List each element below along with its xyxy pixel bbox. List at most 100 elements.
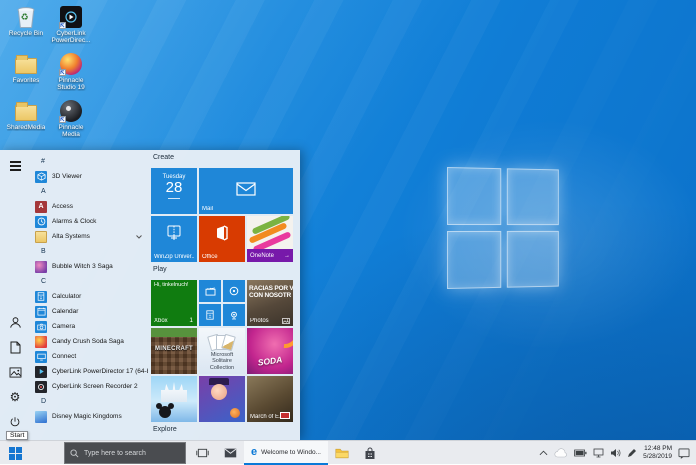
network-tray-button[interactable]: [593, 448, 604, 458]
app-list-item-screen-recorder[interactable]: CyberLink Screen Recorder 2: [32, 379, 148, 394]
onedrive-tray-button[interactable]: [554, 448, 568, 458]
power-button[interactable]: [4, 411, 26, 433]
taskbar: Type here to search e Welcome to Windo..…: [0, 440, 696, 464]
tile-minecraft[interactable]: MINECRAFT: [151, 328, 197, 374]
onenote-label-bar: OneNote →: [247, 249, 293, 262]
tile-mail[interactable]: Mail: [199, 168, 293, 214]
settings-button[interactable]: ⚙: [4, 386, 26, 408]
task-view-icon: [196, 447, 209, 459]
user-account-button[interactable]: [4, 311, 26, 333]
tile-xbox[interactable]: Hi, tinkelnuch! Xbox 1: [151, 280, 197, 326]
file-explorer-button[interactable]: [328, 441, 356, 465]
desktop-icon-sharedmedia[interactable]: SharedMedia: [4, 97, 48, 144]
tile-march-of-empires[interactable]: March of E...: [247, 376, 293, 422]
file-explorer-icon: [335, 448, 349, 459]
mail-taskbar-button[interactable]: [216, 441, 244, 465]
hamburger-menu-button[interactable]: [4, 155, 26, 177]
start-menu-tiles: Create Tuesday 28 Mail WinZip Univer... …: [148, 150, 300, 440]
calendar-icon: [35, 306, 47, 318]
tile-label: OneNote: [250, 253, 274, 259]
screen-recorder-icon: [35, 381, 47, 393]
app-list-item-calculator[interactable]: Calculator: [32, 289, 148, 304]
app-list-header[interactable]: A: [32, 184, 148, 199]
logo-pane: [447, 231, 501, 289]
app-list-item-candy-crush[interactable]: Candy Crush Soda Saga: [32, 334, 148, 349]
app-label: CyberLink PowerDirector 17 (64-bit): [52, 368, 148, 375]
tile-label: Xbox: [154, 318, 194, 324]
volume-tray-button[interactable]: [610, 448, 621, 458]
tile-calculator-small[interactable]: [199, 304, 221, 326]
desktop-icon-pinnacle-studio[interactable]: Pinnacle Studio 19: [49, 50, 93, 97]
desktop-icon-pinnacle-media[interactable]: Pinnacle Media: [49, 97, 93, 144]
tile-solitaire[interactable]: Microsoft Solitaire Collection: [199, 328, 245, 374]
app-label: Calendar: [52, 308, 148, 315]
battery-tray-button[interactable]: [574, 449, 587, 457]
shortcut-arrow-icon: [59, 22, 66, 29]
tile-group-title-explore: Explore: [153, 426, 296, 438]
app-label: Connect: [52, 353, 148, 360]
edge-icon: e: [251, 447, 257, 458]
app-list-item-calendar[interactable]: Calendar: [32, 304, 148, 319]
witch-face-art: [211, 384, 227, 400]
taskbar-items: e Welcome to Windo...: [188, 441, 384, 465]
tray-chevron-up-button[interactable]: [539, 450, 548, 456]
taskbar-search-input[interactable]: Type here to search: [64, 442, 186, 464]
app-list-header[interactable]: C: [32, 274, 148, 289]
desktop-icon-favorites[interactable]: Favorites: [4, 50, 48, 97]
app-list-item-connect[interactable]: Connect: [32, 349, 148, 364]
edge-window-button[interactable]: e Welcome to Windo...: [244, 441, 328, 465]
tile-disney-magic-kingdoms[interactable]: [151, 376, 197, 422]
system-tray: 12:48 PM 5/28/2019: [539, 441, 696, 465]
start-menu-rail: ⚙: [0, 150, 30, 440]
tile-winzip[interactable]: WinZip Univer...: [151, 216, 197, 262]
document-icon: [10, 341, 21, 354]
recycle-bin-icon: ♻: [14, 4, 39, 29]
store-button[interactable]: [356, 441, 384, 465]
disney-icon: [35, 411, 47, 423]
tile-bubble-witch[interactable]: [199, 376, 245, 422]
camera-icon: [229, 311, 239, 320]
tile-movies-tv[interactable]: [199, 280, 221, 302]
pen-tray-button[interactable]: [627, 448, 637, 458]
app-list-item-camera[interactable]: Camera: [32, 319, 148, 334]
app-list-header[interactable]: D: [32, 394, 148, 409]
start-button[interactable]: [0, 441, 30, 465]
desktop-icon-label: SharedMedia: [7, 124, 46, 131]
task-view-button[interactable]: [188, 441, 216, 465]
start-menu-app-list: # 3D Viewer A A Access Alarms & Clock Al…: [30, 150, 148, 440]
app-list-header[interactable]: B: [32, 244, 148, 259]
tile-camera-small[interactable]: [223, 304, 245, 326]
tile-office[interactable]: Office: [199, 216, 245, 262]
winzip-icon: [166, 224, 182, 242]
windows-flag-icon: [9, 447, 22, 460]
app-list-item-alta-systems[interactable]: Alta Systems: [32, 229, 148, 244]
taskbar-clock[interactable]: 12:48 PM 5/28/2019: [643, 445, 672, 461]
flag-badge-icon: [280, 412, 290, 419]
network-icon: [593, 448, 604, 458]
pictures-button[interactable]: [4, 361, 26, 383]
documents-button[interactable]: [4, 336, 26, 358]
desktop-icon-recycle-bin[interactable]: ♻ Recycle Bin: [4, 3, 48, 50]
app-list-item-access[interactable]: A Access: [32, 199, 148, 214]
tile-group-title-play: Play: [153, 266, 296, 278]
xbox-notification-badge: 1: [189, 317, 193, 324]
tile-onenote-suggestion[interactable]: OneNote →: [247, 216, 293, 262]
app-list-item-alarms-clock[interactable]: Alarms & Clock: [32, 214, 148, 229]
desktop-icon-powerdirector[interactable]: CyberLink PowerDirec...: [49, 3, 93, 50]
tile-calendar[interactable]: Tuesday 28: [151, 168, 197, 214]
app-list-header[interactable]: #: [32, 154, 148, 169]
logo-pane: [507, 231, 559, 288]
powerdirector-icon: [59, 4, 84, 29]
desktop-icon-label: Pinnacle Studio 19: [49, 77, 93, 91]
shortcut-arrow-icon: [59, 69, 66, 76]
app-list-item-powerdirector[interactable]: CyberLink PowerDirector 17 (64-bit): [32, 364, 148, 379]
pinnacle-studio-icon: [59, 51, 84, 76]
tile-photos[interactable]: RACIAS POR V CON NOSOTR Photos: [247, 280, 293, 326]
tile-candy-crush[interactable]: SODA: [247, 328, 293, 374]
tile-groove-music[interactable]: [223, 280, 245, 302]
action-center-button[interactable]: [678, 448, 690, 459]
folder-icon: [14, 51, 39, 76]
app-list-item-disney[interactable]: Disney Magic Kingdoms: [32, 409, 148, 424]
app-list-item-3d-viewer[interactable]: 3D Viewer: [32, 169, 148, 184]
app-list-item-bubble-witch[interactable]: Bubble Witch 3 Saga: [32, 259, 148, 274]
